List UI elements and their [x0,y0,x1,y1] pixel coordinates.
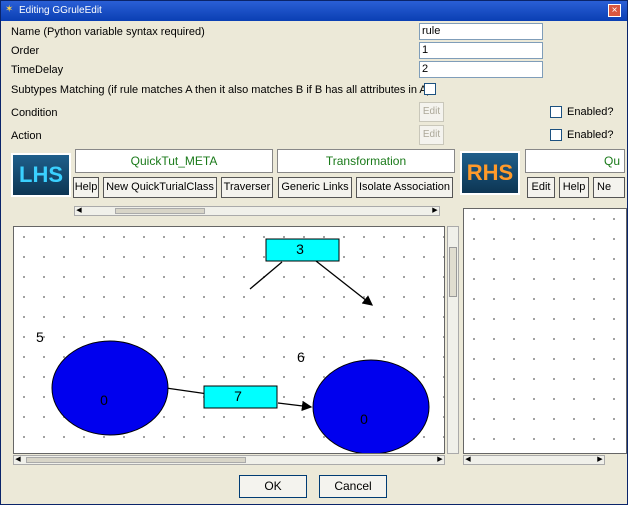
top-box-label: 3 [296,241,304,257]
order-field[interactable]: 1 [419,42,543,59]
rule-edit-window: ✶ Editing GGruleEdit × Name (Python vari… [0,0,628,505]
edge-arrow [315,260,374,306]
timedelay-label: TimeDelay [11,64,64,76]
lhs-header-quicktut-meta: QuickTut_META [75,149,273,173]
lhs-graph: 3 0 0 7 5 6 [36,238,430,454]
action-label: Action [11,130,42,142]
rhs-header: Qu [525,149,625,173]
scroll-left-icon[interactable]: ◀ [464,456,472,464]
edge-arrow [277,400,313,412]
scroll-right-icon[interactable]: ▶ [431,207,439,215]
node-left[interactable] [51,340,169,436]
scroll-left-icon[interactable]: ◀ [14,456,22,464]
scroll-right-icon[interactable]: ▶ [596,456,604,464]
scroll-thumb[interactable] [115,208,205,214]
lhs-traverser-button[interactable]: Traverser [221,177,273,198]
lhs-toolbar-scrollbar[interactable]: ◀ ▶ [74,206,440,216]
order-label: Order [11,45,40,57]
action-enabled-checkbox[interactable] [550,129,562,141]
label-6: 6 [297,349,305,365]
lhs-canvas[interactable]: 3 0 0 7 5 6 [13,226,445,454]
window-title: Editing GGruleEdit [19,5,102,16]
cancel-button[interactable]: Cancel [319,475,387,498]
lhs-logo: LHS [11,153,71,197]
close-button[interactable]: × [608,4,621,17]
label-5: 5 [36,329,44,345]
lhs-isolate-association-button[interactable]: Isolate Association [356,177,453,198]
lhs-canvas-vscroll[interactable] [447,226,459,454]
mid-box-label: 7 [234,388,242,404]
ok-button[interactable]: OK [239,475,307,498]
node-right-label: 0 [360,411,368,427]
rhs-logo: RHS [460,151,520,195]
edge-line [249,261,283,290]
name-label: Name (Python variable syntax required) [11,26,205,38]
vscroll-thumb[interactable] [449,247,457,297]
node-left-label: 0 [100,392,108,408]
app-icon: ✶ [5,4,14,15]
node-right[interactable] [312,359,430,454]
lhs-header-transformation: Transformation [277,149,455,173]
condition-edit-button[interactable]: Edit [419,102,444,122]
rhs-canvas-hscroll[interactable]: ◀ ▶ [463,455,605,465]
timedelay-field[interactable]: 2 [419,61,543,78]
scroll-thumb[interactable] [26,457,246,463]
action-edit-button[interactable]: Edit [419,125,444,145]
subtypes-checkbox[interactable] [424,83,436,95]
condition-label: Condition [11,107,58,119]
scroll-left-icon[interactable]: ◀ [75,207,83,215]
action-enabled-label: Enabled? [567,129,614,141]
lhs-help-button[interactable]: Help [73,177,99,198]
title-bar[interactable]: ✶ Editing GGruleEdit × [1,1,627,21]
condition-enabled-label: Enabled? [567,106,614,118]
scroll-right-icon[interactable]: ▶ [436,456,444,464]
rhs-help-button[interactable]: Help [559,177,589,198]
lhs-new-class-button[interactable]: New QuickTurialClass [103,177,217,198]
name-field[interactable]: rule [419,23,543,40]
lhs-generic-links-button[interactable]: Generic Links [278,177,352,198]
rhs-canvas[interactable] [463,208,627,454]
rhs-new-button[interactable]: Ne [593,177,625,198]
subtypes-label: Subtypes Matching (if rule matches A the… [11,84,431,96]
condition-enabled-checkbox[interactable] [550,106,562,118]
lhs-canvas-hscroll[interactable]: ◀ ▶ [13,455,445,465]
edge-line [165,387,209,395]
rhs-edit-button[interactable]: Edit [527,177,555,198]
